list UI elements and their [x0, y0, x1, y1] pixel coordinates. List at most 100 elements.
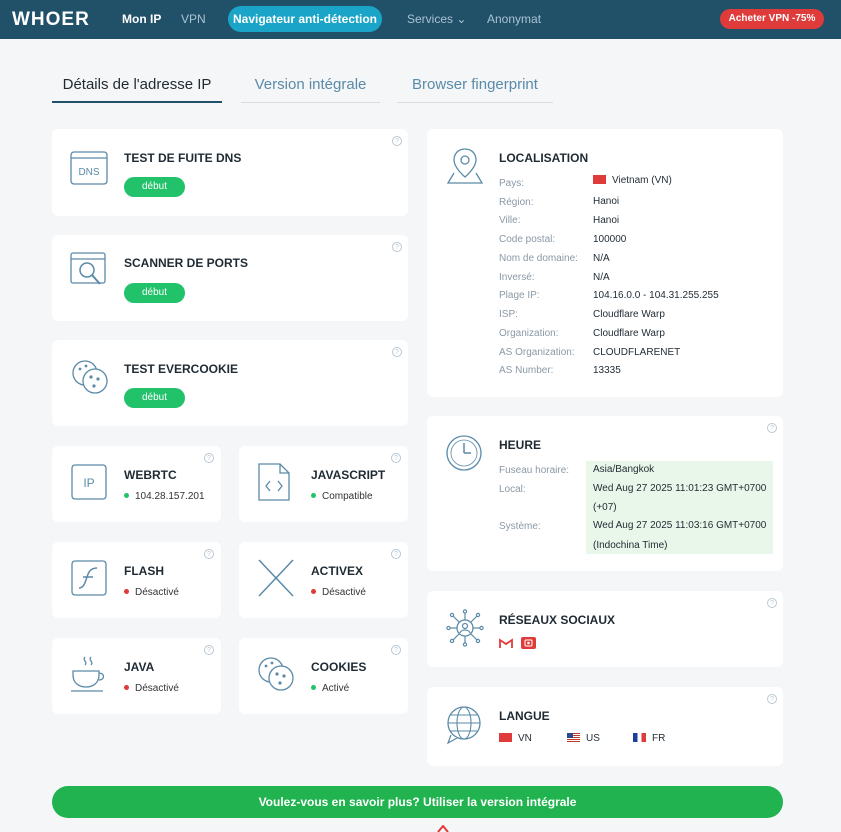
- language-us: US: [567, 732, 600, 744]
- youtube-icon[interactable]: [521, 637, 536, 649]
- arrow-up-icon: [437, 825, 449, 832]
- javascript-card: ? JAVASCRIPT Compatible: [239, 446, 408, 522]
- nav-anonymat[interactable]: Anonymat: [487, 12, 541, 26]
- dns-leak-card: ? DNS TEST DE FUITE DNS début: [52, 129, 408, 216]
- webrtc-title: WEBRTC: [124, 468, 177, 482]
- region-label: Région:: [499, 197, 534, 208]
- javascript-status-text: Compatible: [322, 491, 373, 502]
- full-version-cta-button[interactable]: Voulez-vous en savoir plus? Utiliser la …: [52, 786, 783, 818]
- nav-vpn[interactable]: VPN: [181, 12, 206, 26]
- timezone-label: Fuseau horaire:: [499, 465, 570, 476]
- help-icon[interactable]: ?: [204, 549, 214, 559]
- vietnam-flag-icon: [499, 732, 512, 742]
- evercookie-start-button[interactable]: début: [124, 388, 185, 408]
- isp-label: ISP:: [499, 309, 518, 320]
- domain-label: Nom de domaine:: [499, 253, 578, 264]
- help-icon[interactable]: ?: [767, 423, 777, 433]
- help-icon[interactable]: ?: [204, 645, 214, 655]
- region-value: Hanoi: [593, 196, 620, 207]
- webrtc-card: ? IP WEBRTC 104.28.157.201: [52, 446, 221, 522]
- clock-icon: [446, 435, 482, 471]
- help-icon[interactable]: ?: [391, 453, 401, 463]
- help-icon[interactable]: ?: [767, 694, 777, 704]
- activex-status-text: Désactivé: [322, 587, 366, 598]
- help-icon[interactable]: ?: [391, 549, 401, 559]
- port-scanner-card: ? SCANNER DE PORTS début: [52, 235, 408, 321]
- java-status: Désactivé: [124, 683, 179, 694]
- system-time-value: Wed Aug 27 2025 11:03:16 GMT+0700: [593, 520, 767, 531]
- vietnam-flag-icon: [593, 174, 606, 184]
- top-nav: WHOER Mon IP VPN Navigateur anti-détecti…: [0, 0, 841, 39]
- local-time-value: Wed Aug 27 2025 11:01:23 GMT+0700: [593, 483, 767, 494]
- system-time-zone-name: (Indochina Time): [593, 540, 668, 551]
- help-icon[interactable]: ?: [392, 347, 402, 357]
- local-time-label: Local:: [499, 484, 526, 495]
- as-organization-value: CLOUDFLARENET: [593, 347, 681, 358]
- globe-icon: [446, 706, 481, 745]
- organization-label: Organization:: [499, 328, 559, 339]
- dns-start-button[interactable]: début: [124, 177, 185, 197]
- buy-vpn-button[interactable]: Acheter VPN -75%: [720, 9, 824, 29]
- ip-range-label: Plage IP:: [499, 290, 540, 301]
- activex-x-icon: [258, 559, 294, 597]
- javascript-title: JAVASCRIPT: [311, 468, 386, 482]
- java-title: JAVA: [124, 660, 155, 674]
- reverse-label: Inversé:: [499, 272, 535, 283]
- help-icon[interactable]: ?: [392, 242, 402, 252]
- country-label: Pays:: [499, 178, 525, 189]
- flash-status-text: Désactivé: [135, 587, 179, 598]
- javascript-status: Compatible: [311, 491, 373, 502]
- help-icon[interactable]: ?: [204, 453, 214, 463]
- language-vn: VN: [499, 732, 532, 744]
- timezone-value: Asia/Bangkok: [593, 464, 655, 475]
- flash-title: FLASH: [124, 564, 164, 578]
- domain-value: N/A: [593, 253, 610, 264]
- language-us-label: US: [586, 733, 600, 744]
- evercookie-title: TEST EVERCOOKIE: [124, 362, 239, 376]
- country-value: Vietnam (VN): [593, 174, 672, 186]
- status-dot: [311, 588, 316, 594]
- france-flag-icon: [633, 732, 646, 742]
- activex-title: ACTIVEX: [311, 564, 364, 578]
- status-dot: [311, 684, 316, 690]
- as-organization-label: AS Organization:: [499, 347, 575, 358]
- reverse-value: N/A: [593, 272, 610, 283]
- time-title: HEURE: [499, 438, 542, 452]
- nav-anti-detect-browser[interactable]: Navigateur anti-détection: [228, 6, 382, 32]
- nav-mon-ip[interactable]: Mon IP: [122, 12, 161, 26]
- system-time-label: Système:: [499, 521, 541, 532]
- cookies-title: COOKIES: [311, 660, 367, 674]
- ip-range-value: 104.16.0.0 - 104.31.255.255: [593, 290, 719, 301]
- scanner-icon: [70, 252, 106, 285]
- dns-icon: DNS: [70, 151, 108, 185]
- gmail-icon[interactable]: [499, 638, 513, 649]
- help-icon[interactable]: ?: [392, 136, 402, 146]
- time-card: ? HEURE Fuseau horaire: Asia/Bangkok Loc…: [427, 416, 783, 571]
- activex-card: ? ACTIVEX Désactivé: [239, 542, 408, 618]
- evercookie-card: ? TEST EVERCOOKIE début: [52, 340, 408, 426]
- city-label: Ville:: [499, 215, 521, 226]
- java-status-text: Désactivé: [135, 683, 179, 694]
- dns-leak-title: TEST DE FUITE DNS: [124, 151, 242, 165]
- webrtc-status: 104.28.157.201: [124, 491, 205, 502]
- dns-icon-label: DNS: [78, 167, 99, 178]
- isp-value: Cloudflare Warp: [593, 309, 665, 320]
- us-flag-icon: [567, 732, 580, 742]
- cookies-status: Activé: [311, 683, 349, 694]
- map-pin-icon: [446, 148, 484, 184]
- nav-services[interactable]: Services ⌄: [407, 12, 466, 26]
- postal-code-value: 100000: [593, 234, 627, 245]
- tab-full-version[interactable]: Version intégrale: [241, 76, 380, 103]
- tab-browser-fingerprint[interactable]: Browser fingerprint: [397, 76, 553, 103]
- java-card: ? JAVA Désactivé: [52, 638, 221, 714]
- status-dot: [311, 492, 316, 498]
- help-icon[interactable]: ?: [767, 598, 777, 608]
- help-icon[interactable]: ?: [391, 645, 401, 655]
- port-scanner-start-button[interactable]: début: [124, 283, 185, 303]
- flash-icon: [71, 560, 107, 596]
- postal-code-label: Code postal:: [499, 234, 556, 245]
- logo[interactable]: WHOER: [12, 9, 90, 31]
- language-card: ? LANGUE VN US FR: [427, 687, 783, 766]
- country-value-text: Vietnam (VN): [612, 175, 672, 186]
- tab-ip-details[interactable]: Détails de l'adresse IP: [52, 76, 222, 103]
